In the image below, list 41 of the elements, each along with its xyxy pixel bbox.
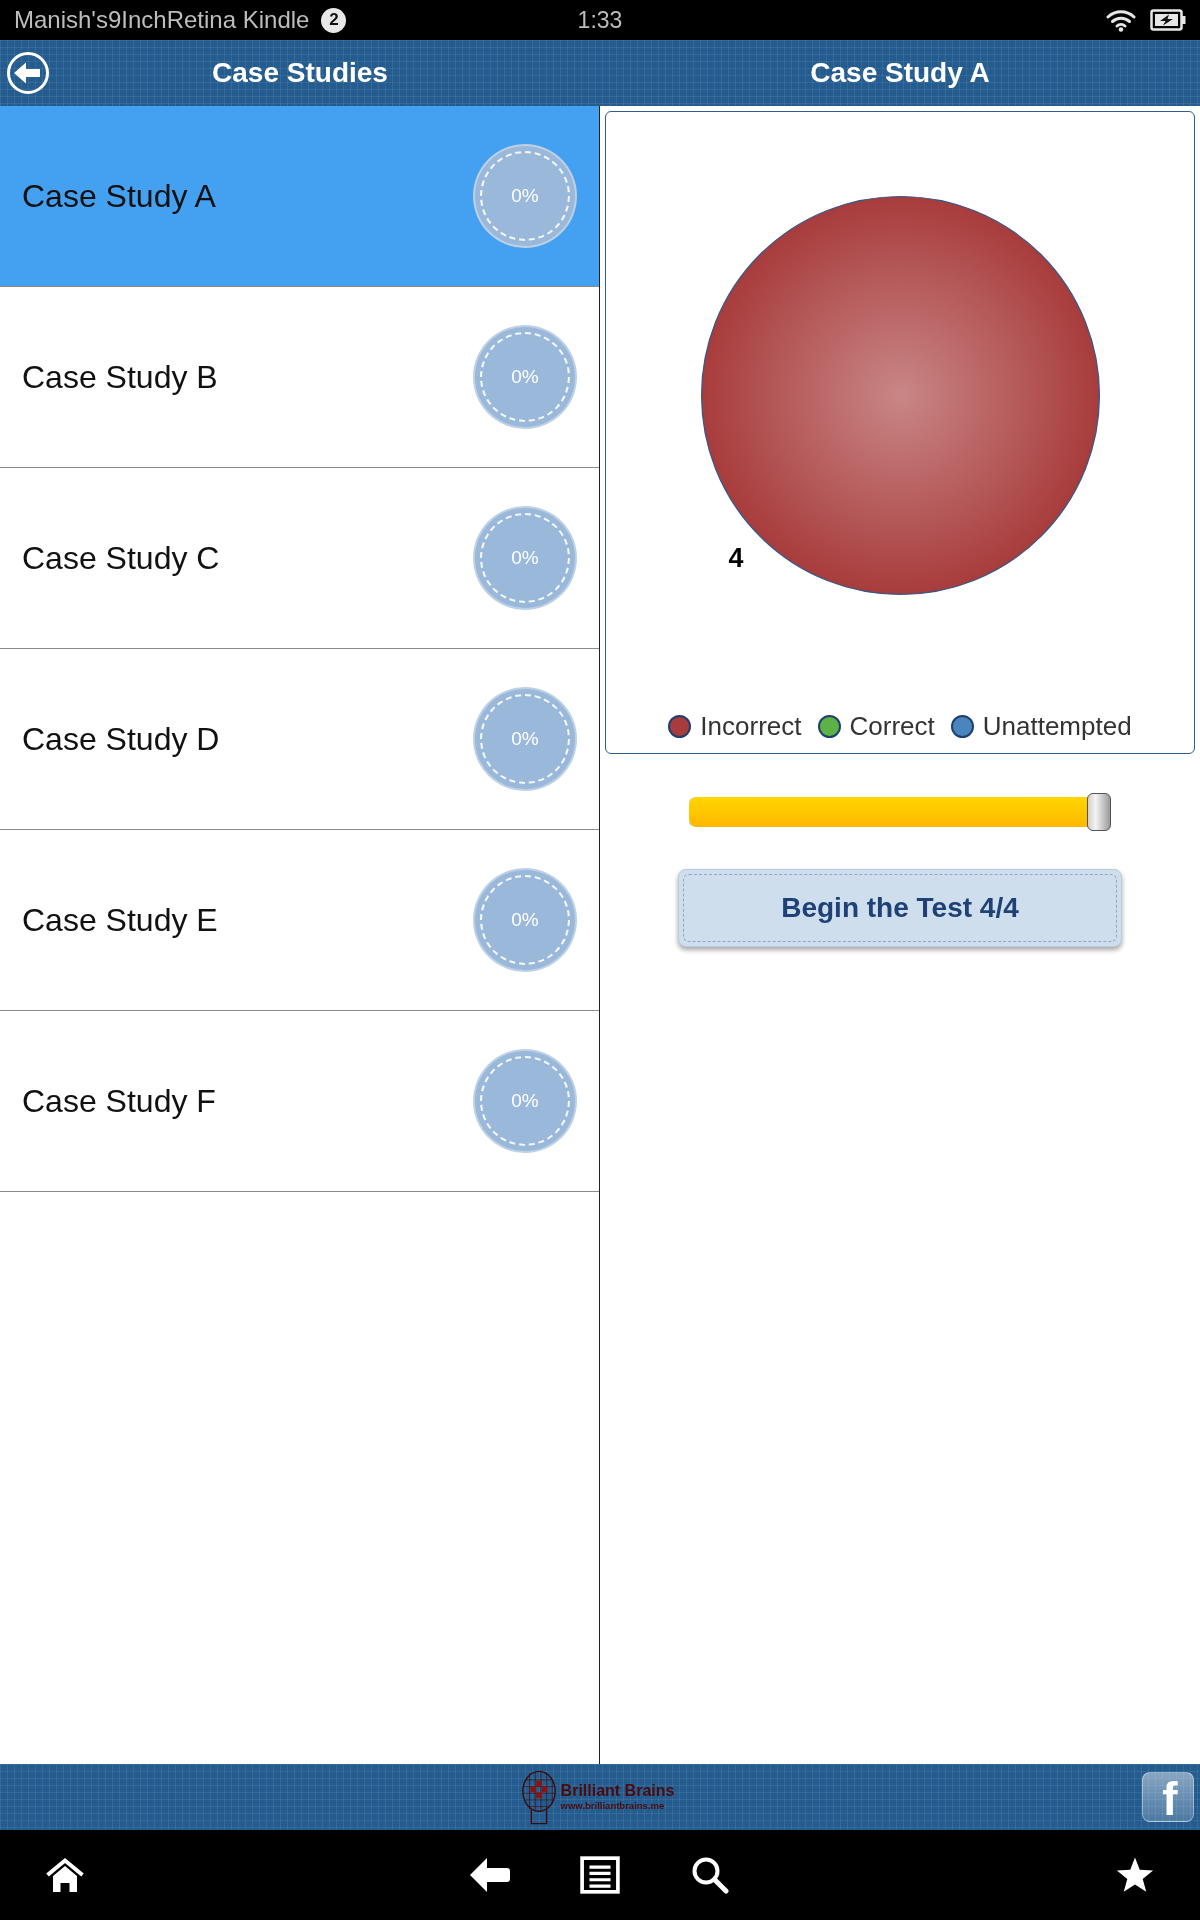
list-icon bbox=[580, 1856, 620, 1894]
left-arrow-circle-icon bbox=[6, 51, 50, 95]
clock-time: 1:33 bbox=[577, 6, 623, 34]
back-button[interactable] bbox=[470, 1856, 510, 1894]
case-study-title: Case Study F bbox=[22, 1082, 216, 1120]
search-button[interactable] bbox=[690, 1856, 730, 1894]
back-button[interactable] bbox=[6, 51, 50, 95]
case-study-title: Case Study A bbox=[22, 177, 216, 215]
case-study-title: Case Study B bbox=[22, 358, 218, 396]
device-name: Manish's9InchRetina Kindle bbox=[14, 6, 310, 34]
progress-circle: 0% bbox=[473, 687, 577, 791]
left-arrow-icon bbox=[470, 1856, 510, 1894]
wifi-icon bbox=[1106, 8, 1136, 32]
head-logo-icon bbox=[519, 1768, 558, 1826]
progress-circle: 0% bbox=[473, 1049, 577, 1153]
case-study-item[interactable]: Case Study A 0% bbox=[0, 106, 599, 287]
menu-button[interactable] bbox=[580, 1856, 620, 1894]
data-label: 4 bbox=[727, 543, 743, 574]
slider-thumb[interactable] bbox=[1087, 793, 1111, 831]
list-title: Case Studies bbox=[212, 57, 388, 89]
legend-label: Unattempted bbox=[982, 711, 1132, 742]
detail-title: Case Study A bbox=[810, 57, 990, 89]
search-icon bbox=[690, 1856, 730, 1894]
home-icon bbox=[45, 1856, 85, 1894]
progress-circle: 0% bbox=[473, 325, 577, 429]
star-icon bbox=[1115, 1856, 1155, 1894]
legend-label: Incorrect bbox=[700, 711, 802, 742]
favorites-button[interactable] bbox=[1115, 1856, 1155, 1894]
progress-circle: 0% bbox=[473, 868, 577, 972]
progress-circle: 0% bbox=[473, 144, 577, 248]
case-study-title: Case Study D bbox=[22, 720, 220, 758]
progress-circle: 0% bbox=[473, 506, 577, 610]
brand-url: www.brilliantbrains.me bbox=[560, 1800, 666, 1812]
legend-label: Correct bbox=[849, 711, 935, 742]
notification-badge: 2 bbox=[321, 7, 347, 33]
begin-test-button[interactable]: Begin the Test 4/4 bbox=[678, 869, 1122, 947]
case-study-title: Case Study E bbox=[22, 901, 218, 939]
brand-name: Brilliant Brains bbox=[560, 1782, 675, 1800]
case-study-title: Case Study C bbox=[22, 539, 220, 577]
home-button[interactable] bbox=[45, 1856, 85, 1894]
battery-charging-icon bbox=[1150, 9, 1186, 31]
